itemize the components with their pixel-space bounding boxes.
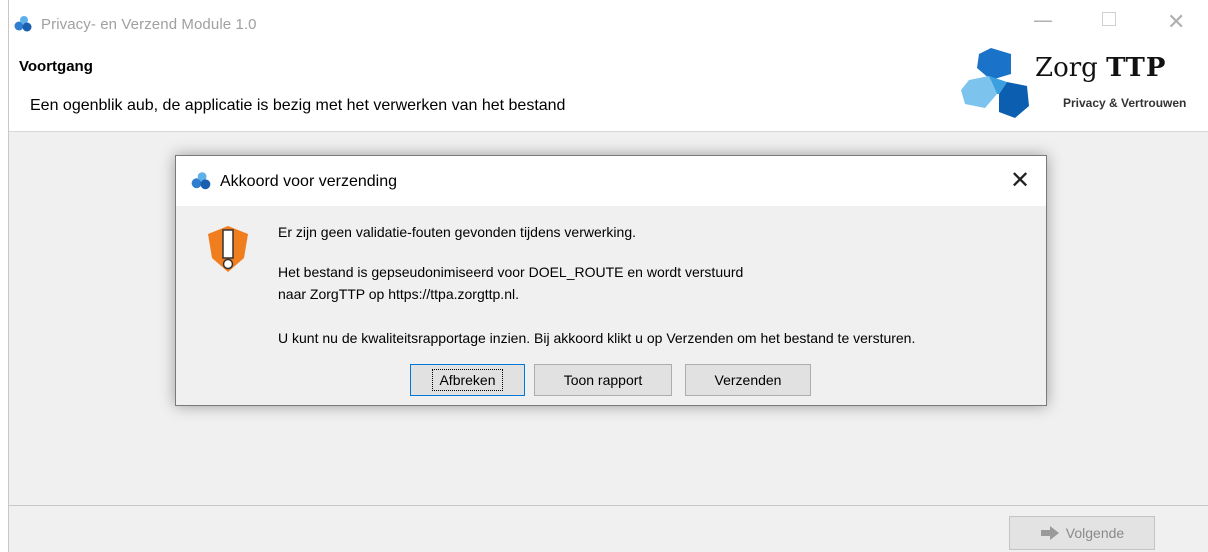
- arrow-right-icon: [1040, 526, 1059, 540]
- window-title: Privacy- en Verzend Module 1.0: [41, 16, 257, 33]
- pseudonymized-message: Het bestand is gepseudonimiseerd voor DO…: [278, 264, 744, 280]
- validation-message: Er zijn geen validatie-fouten gevonden t…: [278, 224, 636, 240]
- send-button[interactable]: Verzenden: [685, 364, 811, 396]
- next-button[interactable]: Volgende: [1009, 516, 1155, 550]
- send-approval-dialog: Akkoord voor verzending ✕ Er zijn geen v…: [175, 155, 1047, 406]
- footer-bar: Volgende: [9, 506, 1208, 552]
- maximize-button[interactable]: [1102, 12, 1116, 26]
- abort-button-label: Afbreken: [432, 369, 503, 391]
- minimize-button[interactable]: —: [1033, 8, 1053, 32]
- warning-icon: [208, 226, 248, 272]
- dialog-title-bar: Akkoord voor verzending ✕: [176, 156, 1046, 206]
- instruction-message: U kunt nu de kwaliteitsrapportage inzien…: [278, 330, 916, 346]
- abort-button[interactable]: Afbreken: [410, 364, 525, 396]
- close-window-button[interactable]: ✕: [1167, 10, 1185, 35]
- app-icon: [14, 16, 32, 32]
- page-title: Voortgang: [19, 58, 93, 75]
- dialog-close-button[interactable]: ✕: [1010, 166, 1030, 194]
- app-icon: [191, 172, 211, 190]
- next-button-label: Volgende: [1065, 525, 1125, 541]
- destination-message: naar ZorgTTP op https://ttpa.zorgttp.nl.: [278, 286, 519, 302]
- logo-tagline: Privacy & Vertrouwen: [1063, 96, 1187, 110]
- dialog-title: Akkoord voor verzending: [220, 173, 397, 190]
- show-report-button[interactable]: Toon rapport: [534, 364, 672, 396]
- title-bar: Privacy- en Verzend Module 1.0 — ✕: [9, 0, 1208, 40]
- logo-text: Zorg TTP: [1035, 53, 1167, 83]
- progress-message: Een ogenblik aub, de applicatie is bezig…: [30, 97, 566, 114]
